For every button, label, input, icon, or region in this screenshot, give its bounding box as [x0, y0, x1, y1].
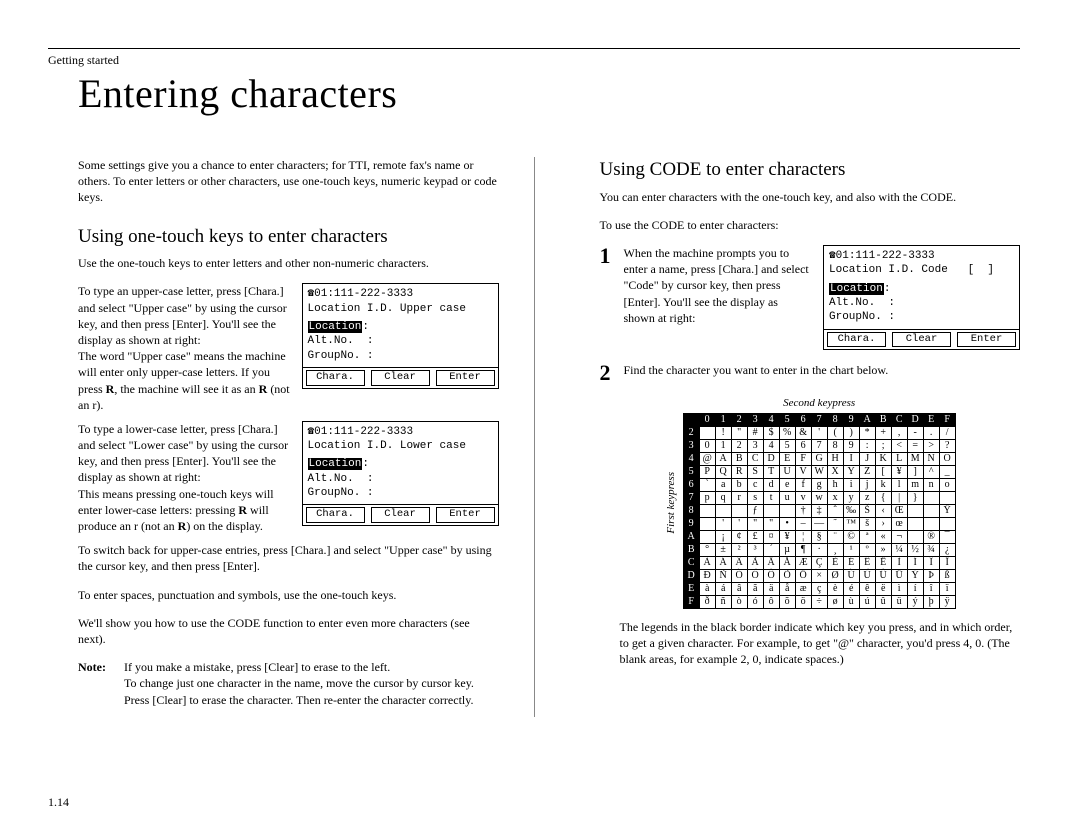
step-text: When the machine prompts you to enter a … — [624, 245, 812, 326]
lcd-softkey: Chara. — [306, 507, 365, 523]
paragraph: Use the one-touch keys to enter letters … — [48, 255, 499, 271]
paragraph: To enter spaces, punctuation and symbols… — [48, 587, 499, 603]
paragraph: We'll show you how to use the CODE funct… — [48, 615, 499, 647]
chart-axis-label: First keypress — [664, 472, 679, 534]
lcd-display-upper: ☎01:111-222-3333 Location I.D. Upper cas… — [302, 283, 499, 388]
lcd-softkey: Chara. — [306, 370, 365, 386]
lcd-softkey: Clear — [371, 507, 430, 523]
lcd-display-lower: ☎01:111-222-3333 Location I.D. Lower cas… — [302, 421, 499, 526]
lcd-softkey: Chara. — [827, 332, 886, 348]
lcd-softkey: Clear — [892, 332, 951, 348]
paragraph: To type an upper-case letter, press [Cha… — [78, 284, 287, 347]
paragraph: This means pressing one-touch keys will … — [78, 487, 274, 533]
paragraph: To switch back for upper-case entries, p… — [48, 542, 499, 574]
paragraph: To type a lower-case letter, press [Char… — [78, 422, 288, 485]
code-chart: First keypress Second keypress 012345678… — [600, 396, 1021, 609]
lcd-softkey: Enter — [436, 370, 495, 386]
intro-text: Some settings give you a chance to enter… — [48, 157, 499, 206]
note-label: Note: — [78, 659, 116, 708]
paragraph: The word "Upper case" means the machine … — [78, 349, 290, 412]
step-number: 1 — [600, 245, 616, 267]
breadcrumb: Getting started — [48, 53, 1020, 68]
lcd-softkey: Enter — [436, 507, 495, 523]
lcd-display-code: ☎01:111-222-3333 Location I.D. Code [ ] … — [823, 245, 1020, 350]
section-heading-code: Using CODE to enter characters — [570, 157, 1021, 183]
paragraph: To use the CODE to enter characters: — [570, 217, 1021, 233]
page-number: 1.14 — [48, 795, 69, 810]
section-heading-onetouch: Using one-touch keys to enter characters — [48, 224, 499, 250]
step-number: 2 — [600, 362, 616, 384]
lcd-softkey: Clear — [371, 370, 430, 386]
chart-axis-label: Second keypress — [683, 396, 956, 411]
page-title: Entering characters — [78, 70, 1020, 117]
paragraph: You can enter characters with the one-to… — [570, 189, 1021, 205]
lcd-softkey: Enter — [957, 332, 1016, 348]
step-text: Find the character you want to enter in … — [624, 362, 1021, 378]
note-body: If you make a mistake, press [Clear] to … — [124, 659, 499, 708]
chart-legend-text: The legends in the black border indicate… — [570, 619, 1021, 668]
